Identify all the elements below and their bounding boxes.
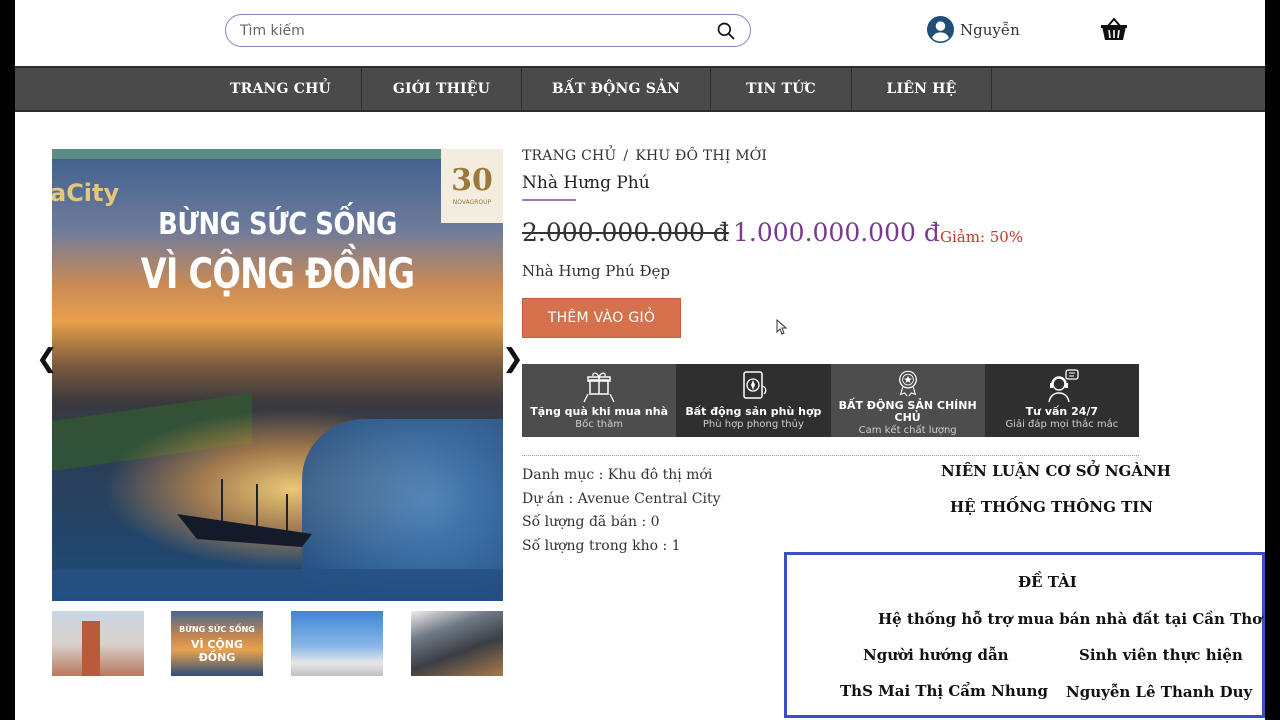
- slogan-line-2: VÌ CỘNG ĐỒNG: [140, 249, 415, 298]
- new-price: 1.000.000.000 đ: [733, 218, 940, 247]
- advisor-label: Người hướng dẫn: [863, 646, 1009, 664]
- discount-label: Giảm: 50%: [940, 228, 1024, 246]
- basket-icon[interactable]: [1100, 17, 1128, 43]
- search-bar[interactable]: [225, 14, 751, 47]
- gallery-next-arrow[interactable]: ❯: [502, 344, 524, 374]
- gallery-prev-arrow[interactable]: ❮: [36, 344, 58, 374]
- nav-news[interactable]: TIN TỨC: [711, 68, 852, 110]
- feature-gift: Tặng quà khi mua nhà Bốc thăm: [522, 364, 677, 437]
- gift-icon: [583, 372, 615, 403]
- feature-support: Tư vấn 24/7 Giải đáp mọi thắc mắc: [984, 364, 1139, 437]
- meta-project: Dự án : Avenue Central City: [522, 491, 721, 507]
- feature-strip: Tặng quà khi mua nhà Bốc thăm Bất động s…: [522, 364, 1139, 437]
- nav-home[interactable]: TRANG CHỦ: [200, 68, 362, 110]
- page: Nguyễn TRANG CHỦ GIỚI THIỆU BẤT ĐỘNG SẢN…: [15, 0, 1265, 720]
- advisor-name: ThS Mai Thị Cẩm Nhung: [840, 682, 1049, 700]
- meta-category: Danh mục : Khu đô thị mới: [522, 467, 713, 483]
- topic-label: ĐỀ TÀI: [1018, 573, 1077, 591]
- compass-icon: [743, 371, 767, 399]
- search-icon[interactable]: [716, 21, 736, 41]
- breadcrumb-current[interactable]: KHU ĐÔ THỊ MỚI: [635, 148, 767, 164]
- thesis-heading-1: NIÊN LUẬN CƠ SỞ NGÀNH: [941, 462, 1171, 480]
- topic-text: Hệ thống hỗ trợ mua bán nhà đất tại Cần …: [878, 610, 1263, 628]
- divider: [522, 455, 1139, 456]
- search-input[interactable]: [240, 22, 716, 39]
- medal-icon: [898, 370, 917, 397]
- thumbnail-4[interactable]: [411, 611, 503, 676]
- student-label: Sinh viên thực hiện: [1079, 646, 1243, 664]
- project-logo: aCity: [52, 179, 120, 207]
- nav-about[interactable]: GIỚI THIỆU: [362, 68, 522, 110]
- thumbnail-1[interactable]: [52, 611, 144, 676]
- breadcrumb: TRANG CHỦ / KHU ĐÔ THỊ MỚI: [522, 148, 768, 164]
- user-name: Nguyễn: [960, 20, 1020, 39]
- slogan-line-1: BỪNG SỨC SỐNG: [158, 207, 397, 242]
- ship-illustration: [177, 479, 312, 547]
- thumbnail-3[interactable]: [291, 611, 383, 676]
- thumbnail-2[interactable]: BỪNG SỨC SỐNG VÌ CỘNG ĐỒNG: [171, 611, 263, 676]
- meta-stock: Số lượng trong kho : 1: [522, 538, 681, 554]
- user-avatar-icon: [927, 16, 954, 43]
- thesis-heading-2: HỆ THỐNG THÔNG TIN: [950, 498, 1154, 516]
- nav-real-estate[interactable]: BẤT ĐỘNG SẢN: [522, 68, 711, 110]
- support-agent-icon: [1048, 369, 1079, 403]
- user-account[interactable]: Nguyễn: [927, 16, 1020, 43]
- feature-suitable: Bất động sản phù hợp Phù hợp phong thủy: [676, 364, 831, 437]
- breadcrumb-home[interactable]: TRANG CHỦ: [522, 148, 616, 164]
- mouse-cursor-icon: [776, 319, 788, 335]
- title-underline: [522, 199, 576, 201]
- student-name: Nguyễn Lê Thanh Duy: [1066, 683, 1253, 701]
- add-to-cart-button[interactable]: THÊM VÀO GIỎ: [522, 298, 681, 338]
- product-description: Nhà Hưng Phú Đẹp: [522, 262, 671, 280]
- meta-sold: Số lượng đã bán : 0: [522, 514, 660, 530]
- main-nav: TRANG CHỦ GIỚI THIỆU BẤT ĐỘNG SẢN TIN TỨ…: [15, 66, 1265, 112]
- product-title: Nhà Hưng Phú: [522, 173, 650, 193]
- thesis-info-box: ĐỀ TÀI Hệ thống hỗ trợ mua bán nhà đất t…: [784, 552, 1265, 718]
- feature-authentic: BẤT ĐỘNG SẢN CHÍNH CHỦ Cam kết chất lượn…: [830, 364, 985, 437]
- old-price: 2.000.000.000 đ: [522, 218, 729, 247]
- product-main-image: aCity 30 NOVAGROUP BỪNG SỨC SỐNG VÌ CỘNG…: [52, 149, 503, 601]
- nav-contact[interactable]: LIÊN HỆ: [852, 68, 992, 110]
